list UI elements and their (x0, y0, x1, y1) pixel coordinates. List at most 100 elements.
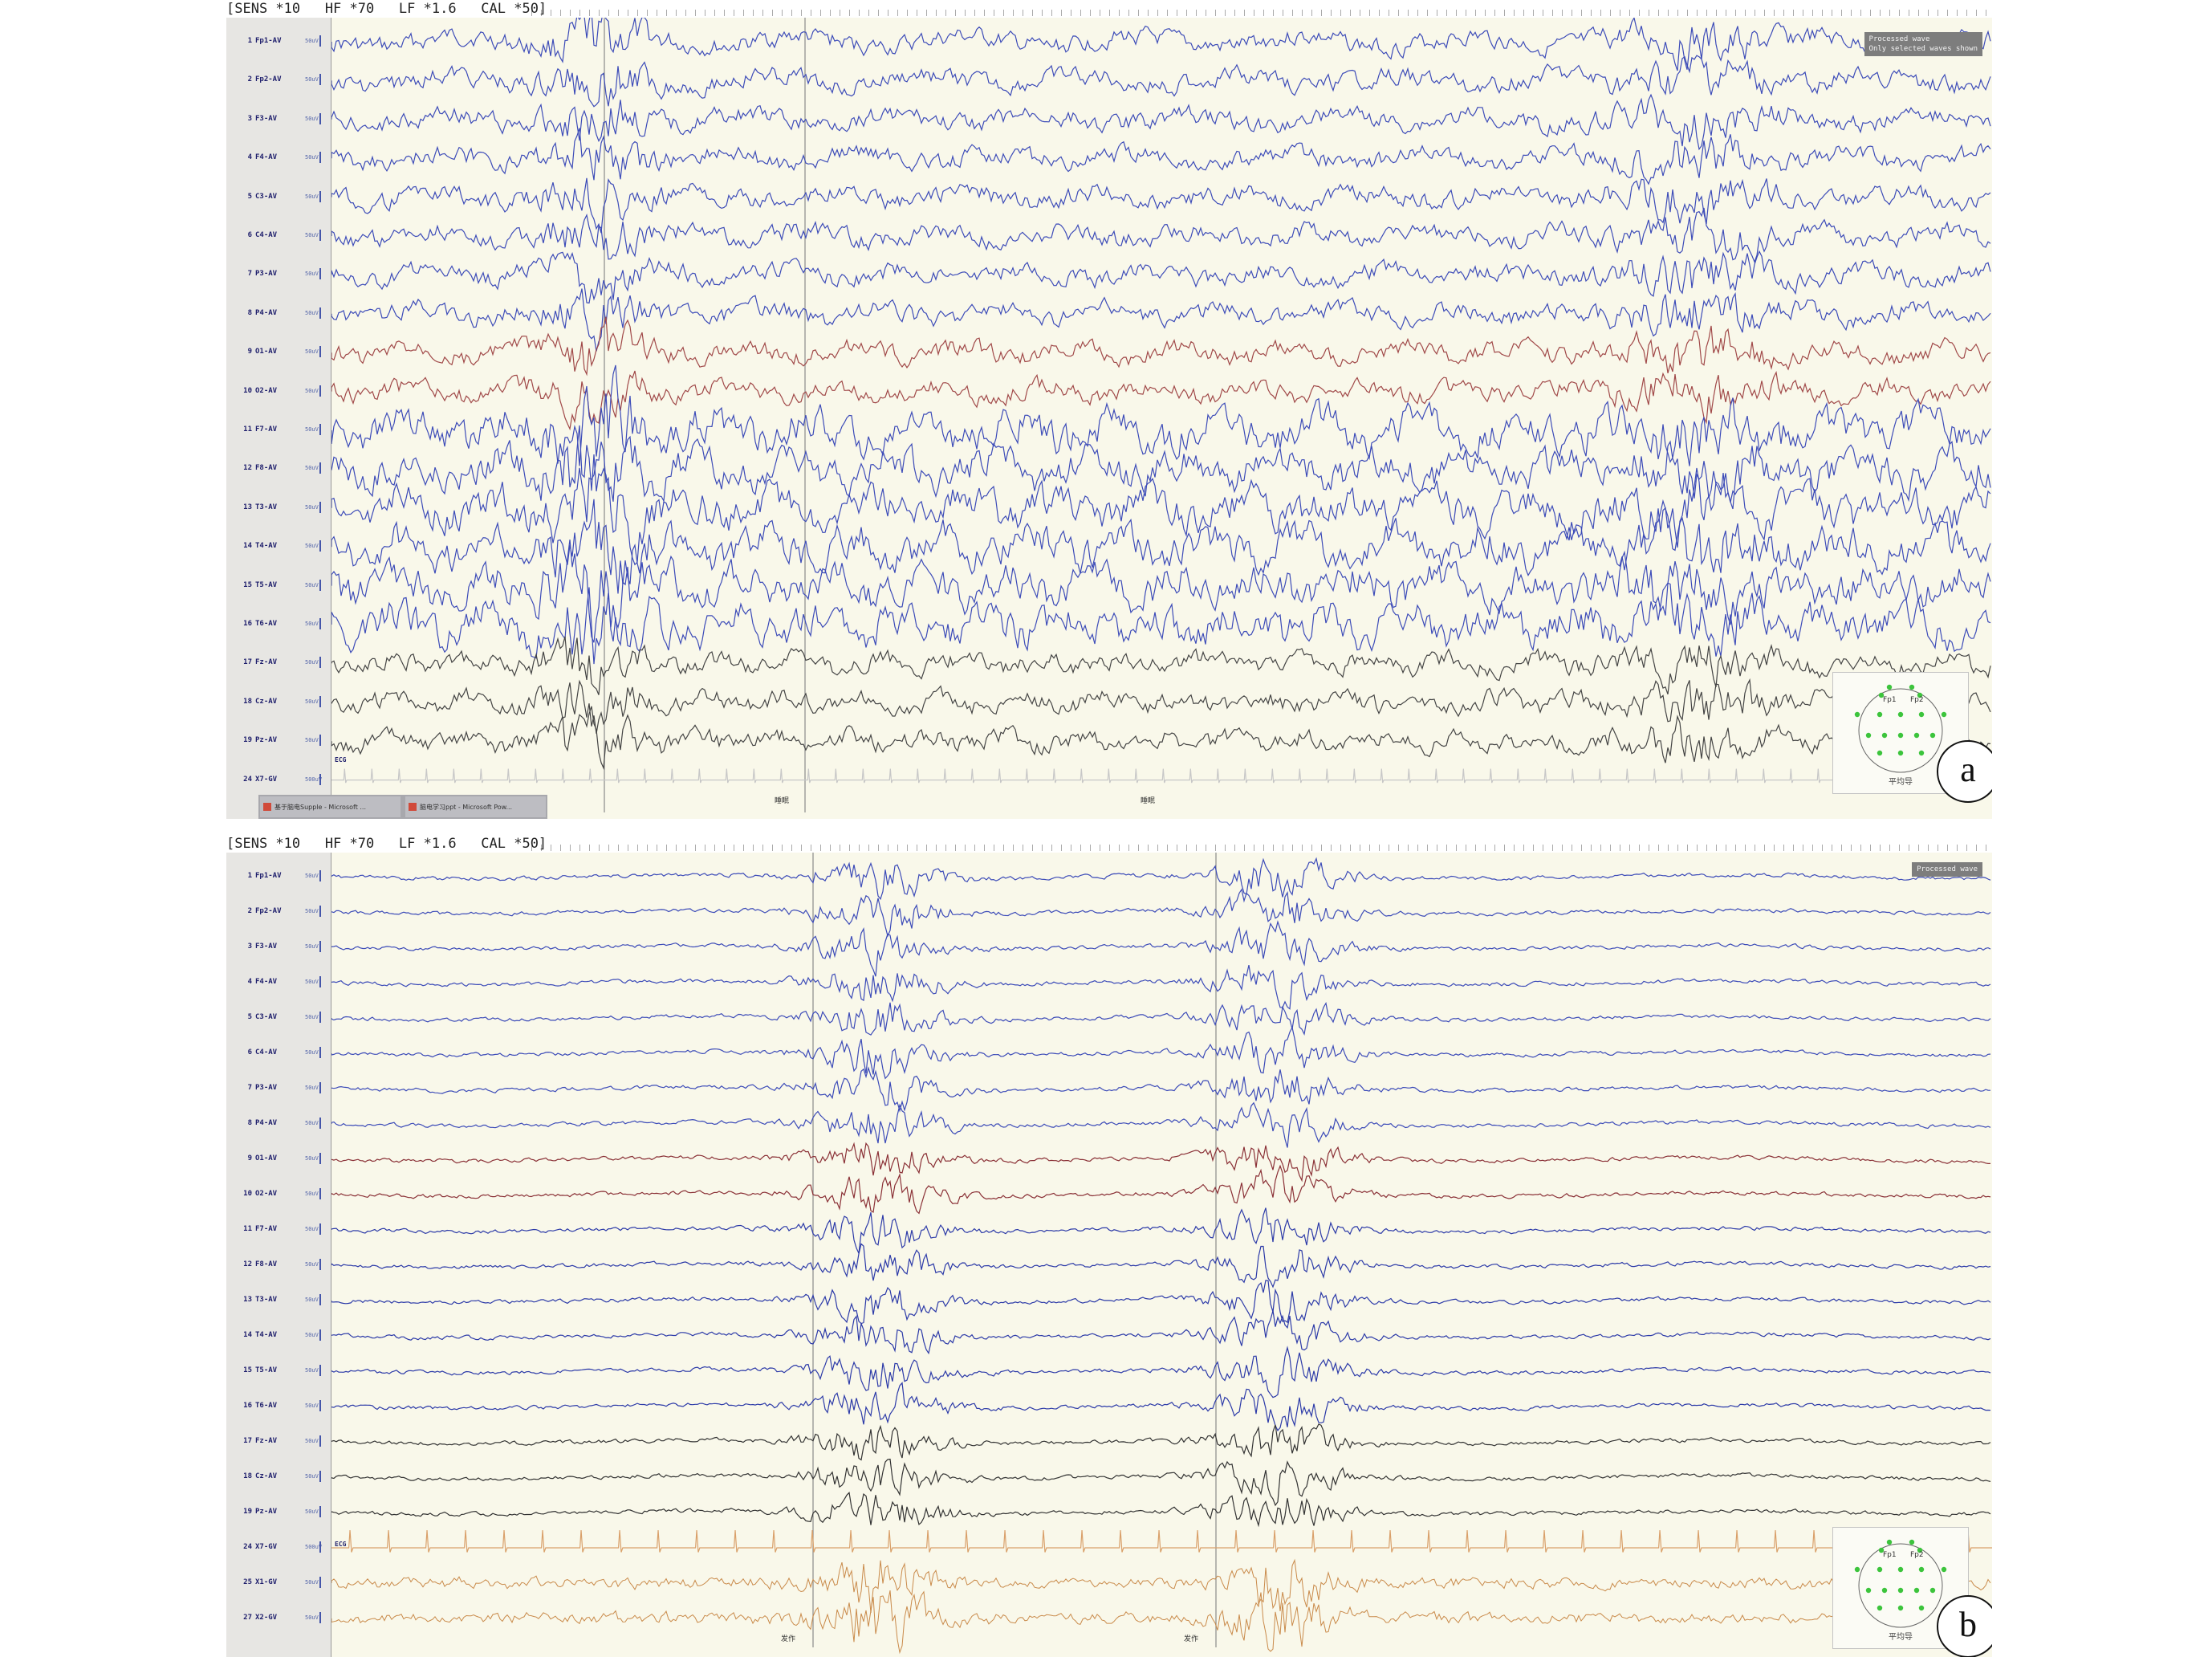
electrode-dot[interactable] (1877, 1605, 1883, 1611)
channel-label[interactable]: 3 F3-AV (233, 942, 278, 951)
electrode-dot[interactable] (1886, 1539, 1893, 1545)
channel-label[interactable]: 16 T6-AV (233, 620, 277, 628)
channel-label[interactable]: 1 Fp1-AV (233, 872, 282, 880)
electrode-dot[interactable] (1941, 1566, 1947, 1573)
channel-label[interactable]: 16 T6-AV (233, 1402, 277, 1410)
calibration-bracket (319, 773, 323, 785)
channel-label[interactable]: 8 P4-AV (233, 309, 278, 317)
electrode-dot[interactable] (1897, 1587, 1904, 1594)
channel-scale: 50uV (305, 348, 319, 356)
electrode-dot[interactable] (1913, 732, 1920, 739)
channel-name: P3-AV (255, 270, 278, 279)
electrode-dot[interactable] (1929, 732, 1936, 739)
eeg-trace (331, 964, 1991, 1010)
channel-label[interactable]: 15 T5-AV (233, 581, 277, 589)
electrode-dot[interactable] (1897, 1605, 1904, 1611)
channel-label[interactable]: 10 O2-AV (233, 1190, 277, 1198)
channel-label[interactable]: 1 Fp1-AV (233, 37, 282, 45)
channel-label[interactable]: 2 Fp2-AV (233, 75, 282, 83)
channel-label-column: 1 Fp1-AV 50uV 2 Fp2-AV 50uV 3 F3-AV 50uV 4 F4-AV 50… (226, 18, 331, 819)
electrode-dot[interactable] (1941, 711, 1947, 718)
electrode-dot[interactable] (1918, 711, 1925, 718)
channel-label[interactable]: 11 F7-AV (233, 1225, 277, 1233)
channel-label[interactable]: 9 O1-AV (233, 348, 278, 356)
channel-label[interactable]: 7 P3-AV (233, 1084, 278, 1092)
electrode-dot[interactable] (1918, 1605, 1925, 1611)
electrode-dot[interactable] (1886, 684, 1893, 690)
electrode-dot[interactable] (1897, 750, 1904, 756)
channel-label[interactable]: 13 T3-AV (233, 503, 277, 511)
channel-label[interactable]: 17 Fz-AV (233, 658, 277, 666)
status-line-2: Only selected waves shown (1868, 45, 1978, 53)
electrode-dot[interactable] (1854, 1566, 1860, 1573)
electrode-dot[interactable] (1909, 1539, 1915, 1545)
channel-number: 19 (243, 1508, 252, 1516)
taskbar-item[interactable]: 脑电学习ppt - Microsoft Pow... (405, 796, 546, 817)
channel-label[interactable]: 8 P4-AV (233, 1119, 278, 1127)
electrode-dot[interactable] (1897, 732, 1904, 739)
channel-label[interactable]: 3 F3-AV (233, 115, 278, 123)
channel-number: 15 (243, 1366, 252, 1374)
electrode-dot[interactable] (1897, 711, 1904, 718)
electrode-dot[interactable] (1918, 1566, 1925, 1573)
eeg-trace (331, 1423, 1991, 1461)
channel-label[interactable]: 17 Fz-AV (233, 1437, 277, 1445)
channel-label[interactable]: 10 O2-AV (233, 387, 277, 395)
channel-label[interactable]: 12 F8-AV (233, 1260, 277, 1268)
channel-label[interactable]: 5 C3-AV (233, 193, 278, 201)
channel-label[interactable]: 24 X7-GV (233, 1543, 277, 1551)
eeg-trace-area[interactable]: Processed wave ECG 发作 发作 Fp1 Fp2 平均导 b (331, 853, 1992, 1657)
event-label: 睡眠 (775, 797, 790, 805)
eeg-trace-area[interactable]: Processed wave Only selected waves shown… (331, 18, 1992, 819)
channel-label[interactable]: 12 F8-AV (233, 464, 277, 472)
channel-label[interactable]: 5 C3-AV (233, 1013, 278, 1021)
channel-label[interactable]: 19 Pz-AV (233, 736, 277, 744)
calibration-bracket (319, 1188, 323, 1199)
channel-label[interactable]: 18 Cz-AV (233, 1472, 277, 1480)
channel-scale: 50uV (305, 1614, 319, 1621)
electrode-dot[interactable] (1909, 684, 1915, 690)
channel-label[interactable]: 19 Pz-AV (233, 1508, 277, 1516)
channel-label[interactable]: 27 X2-GV (233, 1614, 277, 1622)
channel-label[interactable]: 6 C4-AV (233, 1048, 278, 1056)
channel-label[interactable]: 18 Cz-AV (233, 698, 277, 706)
electrode-dot[interactable] (1881, 732, 1888, 739)
calibration-bracket (319, 1435, 323, 1447)
channel-scale: 50uV (305, 1438, 319, 1444)
channel-scale: 50uV (305, 979, 319, 985)
electrode-dot[interactable] (1877, 711, 1883, 718)
channel-label[interactable]: 4 F4-AV (233, 153, 278, 161)
channel-scale: 50uV (305, 154, 319, 161)
electrode-dot[interactable] (1897, 1566, 1904, 1573)
channel-label[interactable]: 14 T4-AV (233, 542, 277, 550)
channel-label[interactable]: 11 F7-AV (233, 425, 277, 434)
channel-number: 9 (247, 1154, 252, 1162)
electrode-dot[interactable] (1881, 1587, 1888, 1594)
channel-label[interactable]: 2 Fp2-AV (233, 907, 282, 915)
channel-scale: 50uV (305, 1261, 319, 1268)
channel-label[interactable]: 13 T3-AV (233, 1296, 277, 1304)
electrode-dot[interactable] (1913, 1587, 1920, 1594)
electrode-dot[interactable] (1877, 1566, 1883, 1573)
channel-label[interactable]: 25 X1-GV (233, 1578, 277, 1586)
event-label: 睡眠 (1141, 797, 1156, 805)
electrode-dot[interactable] (1877, 750, 1883, 756)
panel-label-a: a (1937, 740, 1992, 803)
channel-label[interactable]: 14 T4-AV (233, 1331, 277, 1339)
channel-label[interactable]: 15 T5-AV (233, 1366, 277, 1374)
taskbar-item[interactable]: 基于脑电Supple - Microsoft ... (260, 796, 401, 817)
electrode-dot[interactable] (1918, 750, 1925, 756)
electrode-dot[interactable] (1929, 1587, 1936, 1594)
electrode-dot[interactable] (1865, 1587, 1872, 1594)
channel-label[interactable]: 6 C4-AV (233, 231, 278, 239)
electrode-dot[interactable] (1854, 711, 1860, 718)
channel-scale: 50uV (305, 1508, 319, 1515)
electrode-dot[interactable] (1865, 732, 1872, 739)
channel-label[interactable]: 9 O1-AV (233, 1154, 278, 1162)
channel-label[interactable]: 7 P3-AV (233, 270, 278, 279)
channel-label[interactable]: 24 X7-GV (233, 776, 277, 784)
channel-label[interactable]: 4 F4-AV (233, 978, 278, 986)
channel-scale: 50uV (305, 1297, 319, 1303)
channel-number: 1 (247, 872, 252, 880)
calibration-bracket (319, 1294, 323, 1305)
